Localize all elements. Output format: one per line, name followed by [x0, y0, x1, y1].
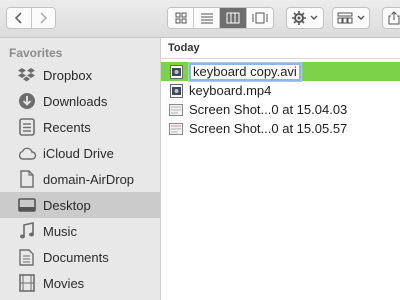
column-view-button[interactable] [220, 8, 247, 28]
sidebar-item-label: domain-AirDrop [43, 171, 135, 187]
sidebar-item-domain-airdrop[interactable]: domain-AirDrop [0, 166, 160, 192]
sidebar-item-documents[interactable]: Documents [0, 244, 160, 270]
column-header: Today [161, 38, 400, 59]
back-button[interactable] [7, 8, 32, 28]
list-icon [200, 13, 213, 24]
navigation-buttons [6, 7, 56, 29]
file-list: keyboard copy.avi keyboard.mp4 Screen Sh… [161, 62, 400, 138]
file-row[interactable]: keyboard.mp4 [161, 81, 400, 100]
file-row[interactable]: keyboard copy.avi [161, 62, 400, 81]
columns-icon [226, 12, 240, 24]
gallery-icon [252, 12, 268, 24]
chevron-right-icon [40, 12, 48, 24]
action-menu-button[interactable] [286, 7, 324, 29]
file-row[interactable]: Screen Shot...0 at 15.04.03 [161, 100, 400, 119]
sidebar-item-label: Documents [43, 249, 109, 265]
gear-icon [292, 11, 306, 25]
chevron-down-icon [357, 15, 365, 20]
sidebar-item-label: Recents [43, 119, 91, 135]
file-column: Today keyboard copy.avi keyboard.mp4 Scr… [161, 38, 400, 300]
sidebar-item-downloads[interactable]: Downloads [0, 88, 160, 114]
sidebar-item-label: Downloads [43, 93, 108, 109]
video-file-icon [169, 64, 183, 79]
file-name: keyboard.mp4 [189, 83, 272, 98]
sidebar-item-label: Movies [43, 275, 85, 291]
file-name: Screen Shot...0 at 15.04.03 [189, 102, 348, 117]
video-file-icon [169, 83, 183, 98]
downloads-icon [17, 92, 36, 111]
sidebar-item-music[interactable]: Music [0, 218, 160, 244]
music-icon [17, 222, 36, 241]
view-mode-switcher [167, 7, 274, 29]
dropbox-icon [17, 66, 36, 85]
cloud-icon [17, 144, 36, 163]
sidebar-heading: Favorites [9, 46, 63, 60]
sidebar-item-label: Desktop [43, 197, 91, 213]
chevron-left-icon [14, 12, 22, 24]
sidebar: Favorites Dropbox Downloads Recents iClo… [0, 38, 161, 300]
sidebar-item-desktop[interactable]: Desktop [0, 192, 160, 218]
file-name-edit-field[interactable]: keyboard copy.avi [189, 62, 301, 81]
sidebar-item-movies[interactable]: Movies [0, 270, 160, 296]
sidebar-item-label: Music [43, 223, 77, 239]
image-file-icon [169, 103, 183, 117]
sidebar-list: Dropbox Downloads Recents iCloud Drive d… [0, 62, 160, 296]
movies-icon [17, 274, 36, 293]
forward-button[interactable] [31, 8, 55, 28]
sidebar-item-dropbox[interactable]: Dropbox [0, 62, 160, 88]
arrange-menu-button[interactable] [332, 7, 370, 29]
file-row[interactable]: Screen Shot...0 at 15.05.57 [161, 119, 400, 138]
gallery-view-button[interactable] [247, 8, 273, 28]
sidebar-item-label: iCloud Drive [43, 145, 114, 161]
share-icon [388, 11, 400, 25]
file-name: Screen Shot...0 at 15.05.57 [189, 121, 348, 136]
sidebar-item-icloud-drive[interactable]: iCloud Drive [0, 140, 160, 166]
list-view-button[interactable] [194, 8, 220, 28]
desktop-icon [17, 196, 36, 215]
grid-icon [175, 12, 186, 24]
recents-icon [17, 118, 36, 137]
document-icon [17, 170, 36, 189]
share-button[interactable] [382, 7, 400, 29]
toolbar [0, 0, 400, 38]
sidebar-item-recents[interactable]: Recents [0, 114, 160, 140]
arrange-icon [337, 12, 353, 24]
documents-icon [17, 248, 36, 267]
chevron-down-icon [310, 15, 318, 20]
icon-view-button[interactable] [168, 8, 194, 28]
sidebar-item-label: Dropbox [43, 67, 93, 83]
image-file-icon [169, 122, 183, 136]
